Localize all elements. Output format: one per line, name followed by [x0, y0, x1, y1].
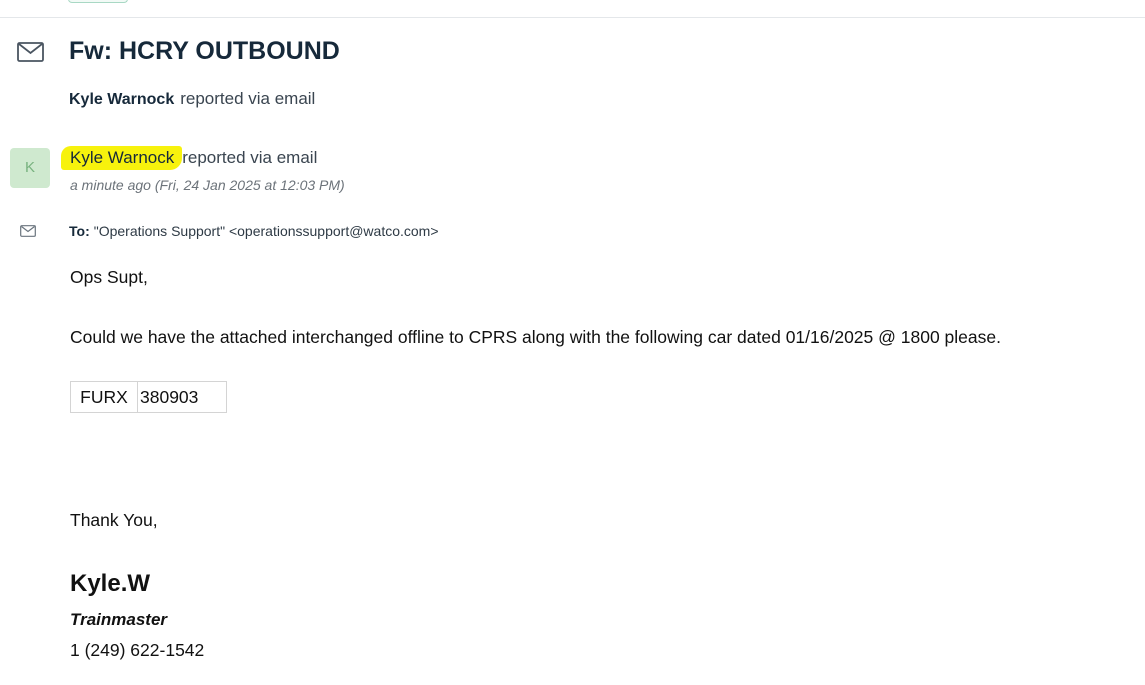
- email-greeting: Ops Supt,: [70, 267, 148, 287]
- sender-name[interactable]: Kyle Warnock: [61, 146, 183, 170]
- car-mark-cell: FURX: [70, 381, 138, 413]
- envelope-icon: [20, 225, 36, 237]
- ticket-title: Fw: HCRY OUTBOUND: [69, 37, 340, 65]
- car-number-cell: 380903: [137, 381, 227, 413]
- to-label: To:: [69, 223, 90, 239]
- sender-suffix: reported via email: [182, 148, 318, 167]
- car-table: FURX 380903: [70, 381, 227, 413]
- conversation-header: Kyle Warnock reported via email: [61, 146, 317, 170]
- signature-name: Kyle.W: [70, 570, 151, 597]
- reporter-name[interactable]: Kyle Warnock: [69, 91, 174, 108]
- email-message: Could we have the attached interchanged …: [70, 327, 1001, 347]
- signature-title: Trainmaster: [70, 610, 168, 629]
- header-divider: [0, 17, 1145, 18]
- reporter-suffix: reported via email: [180, 89, 316, 108]
- to-line: To: "Operations Support" <operationssuppo…: [69, 223, 439, 239]
- email-closing: Thank You,: [70, 510, 158, 530]
- avatar: K: [10, 148, 50, 188]
- to-address: "Operations Support" <operationssupport@…: [93, 223, 439, 239]
- reporter-line: Kyle Warnock reported via email: [69, 89, 315, 109]
- table-row: FURX 380903: [70, 381, 227, 413]
- timestamp: a minute ago (Fri, 24 Jan 2025 at 12:03 …: [70, 177, 345, 193]
- top-tab-fragment[interactable]: [68, 0, 128, 3]
- envelope-icon: [17, 42, 44, 62]
- signature-phone: 1 (249) 622-1542: [70, 640, 205, 660]
